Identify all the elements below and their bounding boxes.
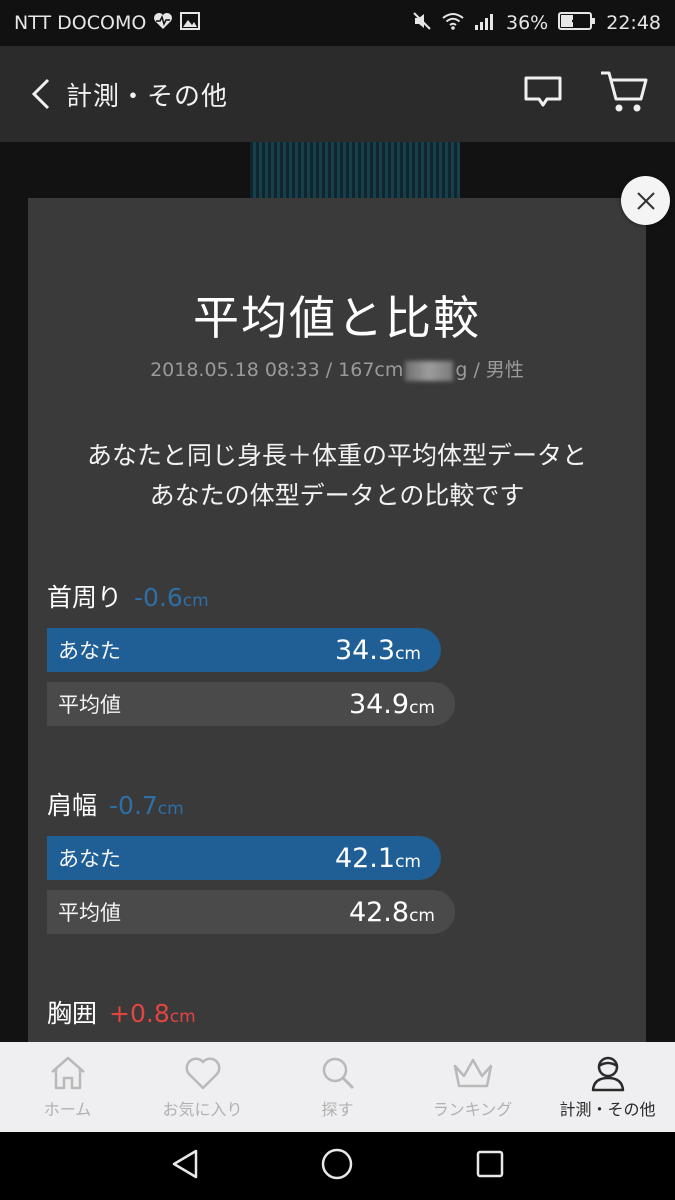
tab-measurement[interactable]: 計測・その他 <box>540 1042 675 1132</box>
blurred-weight <box>405 360 454 381</box>
tab-search-label: 探す <box>321 1100 354 1119</box>
signal-icon <box>474 12 496 35</box>
measurement-info-prefix: 2018.05.18 08:33 / 167cm <box>150 359 404 381</box>
cart-icon <box>601 71 648 112</box>
person-icon <box>591 1056 624 1092</box>
tab-measurement-label: 計測・その他 <box>559 1100 656 1119</box>
chat-bubble-icon <box>524 76 562 107</box>
circle-home-icon <box>322 1148 353 1180</box>
average-bar: 平均値 42.8cm <box>47 890 455 934</box>
crown-icon <box>453 1058 492 1088</box>
average-bar: 平均値 34.9cm <box>47 682 455 726</box>
average-bar-value: 42.8cm <box>348 896 435 928</box>
metric-label: 肩幅 <box>47 791 98 820</box>
image-notification-icon <box>180 11 201 35</box>
you-bar-value: 42.1cm <box>334 842 421 874</box>
system-navigation-bar <box>0 1132 675 1200</box>
metric-label: 胸囲 <box>47 999 98 1028</box>
you-bar-value: 34.3cm <box>334 634 421 666</box>
tab-home-label: ホーム <box>43 1100 92 1119</box>
battery-charging-icon <box>558 11 596 36</box>
modal-title: 平均値と比較 <box>193 291 481 345</box>
square-recents-icon <box>476 1150 504 1178</box>
comparison-description: あなたと同じ身長＋体重の平均体型データと あなたの体型データとの比較です <box>28 436 646 516</box>
average-bar-value: 34.9cm <box>348 688 435 720</box>
tab-ranking[interactable]: ランキング <box>405 1042 540 1132</box>
description-line-1: あなたと同じ身長＋体重の平均体型データと <box>86 441 587 470</box>
mute-icon <box>412 11 432 36</box>
heart-icon <box>185 1057 220 1090</box>
chat-button[interactable] <box>523 75 563 113</box>
nav-back-button[interactable] <box>170 1148 200 1184</box>
back-button[interactable] <box>26 74 56 114</box>
battery-percent: 36% <box>506 12 549 34</box>
metric-label: 首周り <box>47 583 123 612</box>
bottom-tab-bar: ホーム お気に入り 探す ランキング 計測・その他 <box>0 1042 675 1132</box>
close-icon <box>636 191 655 210</box>
metric-chest: 胸囲 +0.8cm <box>47 994 467 1034</box>
tab-favorites[interactable]: お気に入り <box>135 1042 270 1132</box>
you-bar-label: あなた <box>58 639 121 663</box>
nav-recents-button[interactable] <box>475 1149 505 1183</box>
metric-diff: -0.7cm <box>109 791 184 820</box>
tab-search[interactable]: 探す <box>270 1042 405 1132</box>
comparison-modal: 平均値と比較 2018.05.18 08:33 / 167cm g / 男性 あな… <box>28 198 646 1042</box>
heart-pulse-icon <box>152 11 174 36</box>
nav-home-button[interactable] <box>320 1147 354 1185</box>
average-bar-label: 平均値 <box>58 693 121 717</box>
chevron-left-icon <box>31 78 50 110</box>
close-button[interactable] <box>621 176 670 225</box>
tab-home[interactable]: ホーム <box>0 1042 135 1132</box>
description-line-2: あなたの体型データとの比較です <box>149 481 525 510</box>
you-bar: あなた 34.3cm <box>47 628 441 672</box>
wifi-icon <box>442 12 464 35</box>
tab-ranking-label: ランキング <box>432 1100 513 1119</box>
measurement-info: 2018.05.18 08:33 / 167cm g / 男性 <box>28 355 646 382</box>
cart-button[interactable] <box>599 69 649 119</box>
triangle-back-icon <box>172 1149 198 1179</box>
metric-diff: +0.8cm <box>109 999 196 1028</box>
search-icon <box>322 1057 354 1090</box>
clock: 22:48 <box>606 12 661 34</box>
home-icon <box>50 1056 85 1090</box>
page-title: 計測・その他 <box>66 81 229 112</box>
average-bar-label: 平均値 <box>58 901 121 925</box>
you-bar: あなた 42.1cm <box>47 836 441 880</box>
you-bar-label: あなた <box>58 847 121 871</box>
tab-favorites-label: お気に入り <box>162 1100 243 1119</box>
status-bar: NTT DOCOMO 36% 22:48 <box>0 0 675 46</box>
app-header: 計測・その他 <box>0 46 675 142</box>
background-image <box>250 142 460 202</box>
measurement-info-suffix: / 男性 <box>467 359 524 381</box>
metric-diff: -0.6cm <box>134 583 209 612</box>
carrier-name: NTT DOCOMO <box>14 12 147 34</box>
metric-neck: 首周り -0.6cm あなた 34.3cm 平均値 34.9cm <box>47 578 467 726</box>
metric-shoulder: 肩幅 -0.7cm あなた 42.1cm 平均値 42.8cm <box>47 786 467 934</box>
measurement-info-hidden-tail: g <box>455 359 468 381</box>
